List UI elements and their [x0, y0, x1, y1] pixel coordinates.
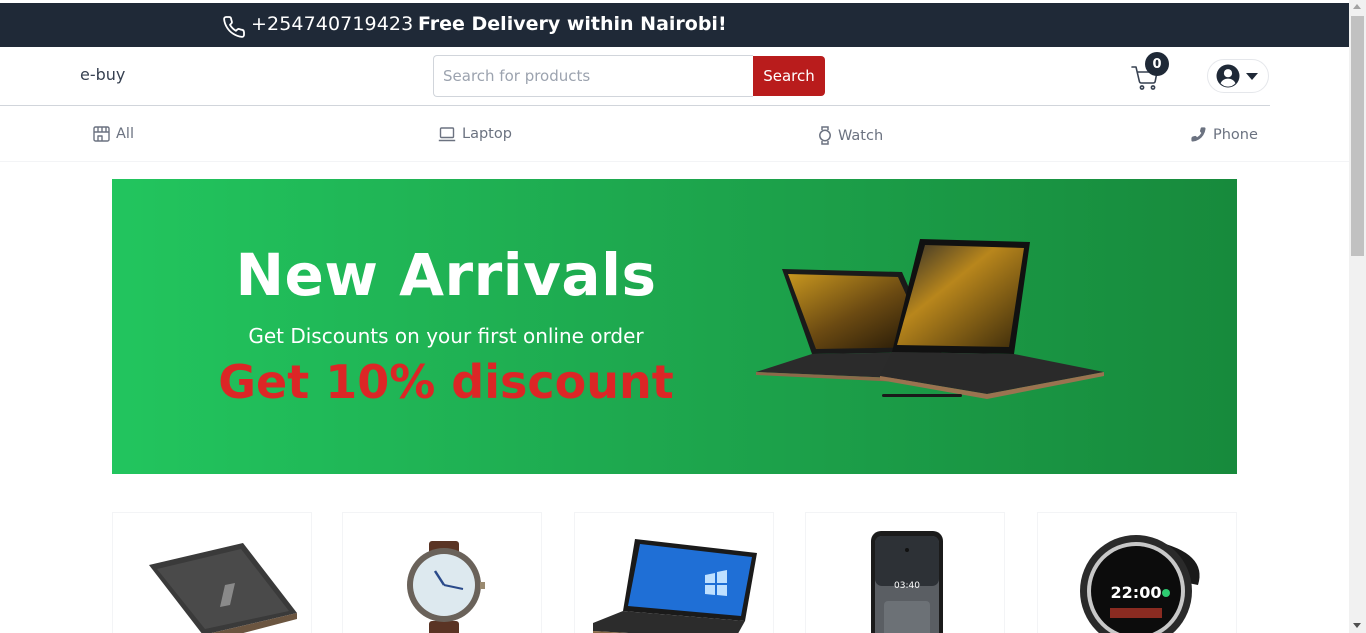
search-form: Search — [433, 55, 825, 97]
cart-count-badge: 0 — [1145, 52, 1169, 76]
laptop-image — [756, 239, 1104, 399]
vertical-scrollbar[interactable] — [1349, 0, 1366, 633]
search-button[interactable]: Search — [753, 56, 825, 96]
site-header: e-buy Search 0 — [0, 47, 1349, 106]
contact-phone: +254740719423 — [251, 13, 414, 35]
smartphone-image: 03:40 — [871, 531, 943, 633]
user-menu-button[interactable] — [1207, 59, 1269, 93]
delivery-promo: Free Delivery within Nairobi! — [418, 13, 727, 35]
laptop-icon — [438, 127, 456, 142]
product-card[interactable] — [342, 512, 542, 633]
product-card[interactable] — [112, 512, 312, 633]
user-circle-icon — [1216, 64, 1240, 88]
page: +254740719423 Free Delivery within Nairo… — [0, 0, 1366, 633]
category-phone[interactable]: Phone — [1190, 126, 1258, 143]
search-input[interactable] — [433, 55, 753, 97]
hero-title: New Arrivals — [235, 241, 657, 309]
product-card[interactable]: 22:00 — [1037, 512, 1237, 633]
product-card[interactable]: 03:40 — [805, 512, 1005, 633]
watch-icon — [819, 126, 831, 145]
scroll-up-arrow-icon[interactable] — [1353, 4, 1361, 9]
phone-icon — [1191, 127, 1206, 142]
category-all[interactable]: All — [93, 126, 134, 142]
category-laptop[interactable]: Laptop — [438, 126, 512, 142]
hero-banner[interactable]: New Arrivals Get Discounts on your first… — [112, 179, 1237, 474]
category-all-label: All — [116, 126, 134, 142]
category-nav: All Laptop Watch Phone — [0, 106, 1349, 162]
scroll-down-arrow-icon[interactable] — [1353, 623, 1361, 628]
hero-subtitle: Get Discounts on your first online order — [248, 324, 644, 348]
laptop-image — [133, 543, 297, 633]
hero-discount: Get 10% discount — [218, 355, 674, 409]
store-icon — [93, 126, 110, 142]
category-laptop-label: Laptop — [462, 126, 512, 142]
category-phone-label: Phone — [1213, 126, 1258, 143]
scrollbar-thumb[interactable] — [1351, 16, 1364, 256]
wristwatch-image — [407, 541, 485, 633]
product-grid: 03:40 22:00 — [112, 512, 1239, 633]
smartwatch-image: 22:00 — [1080, 535, 1200, 633]
product-card[interactable] — [574, 512, 774, 633]
phone-icon — [223, 16, 245, 38]
brand-logo[interactable]: e-buy — [80, 65, 125, 84]
category-watch[interactable]: Watch — [818, 126, 883, 145]
category-watch-label: Watch — [838, 127, 884, 144]
announcement-bar: +254740719423 Free Delivery within Nairo… — [0, 3, 1349, 47]
laptop-image — [593, 539, 757, 633]
svg-text:22:00: 22:00 — [1111, 583, 1162, 602]
svg-text:03:40: 03:40 — [894, 581, 920, 591]
caret-down-icon — [1246, 73, 1258, 80]
